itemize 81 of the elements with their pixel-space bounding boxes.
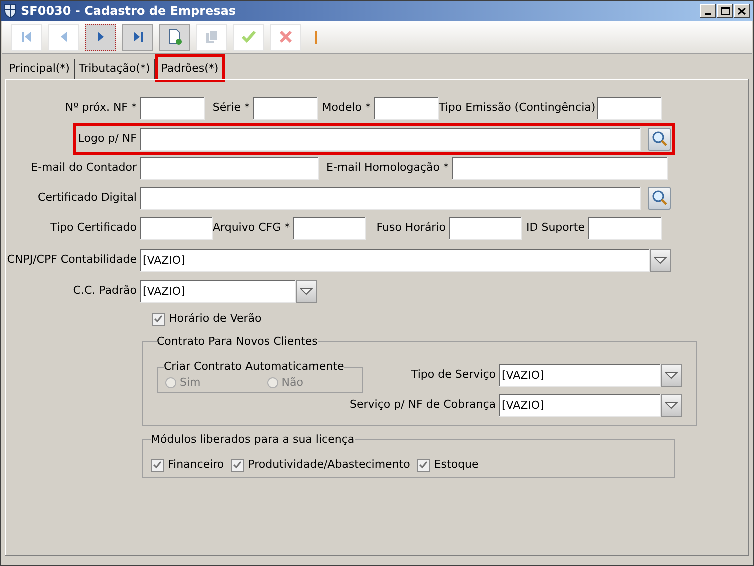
input-field[interactable] (140, 156, 319, 180)
checkmark-icon (154, 315, 163, 324)
search-icon (652, 131, 668, 147)
checkmark-icon (153, 461, 162, 470)
checkbox[interactable] (152, 312, 165, 326)
maximize-button[interactable] (717, 4, 733, 18)
x-icon (278, 29, 294, 45)
field-label: Nº próx. NF * (64, 100, 138, 116)
caret-icon (665, 372, 678, 379)
separator-icon (315, 30, 317, 44)
checkbox-label: Estoque (434, 457, 479, 473)
input-field[interactable] (140, 128, 641, 150)
toolbar-button[interactable] (122, 24, 153, 50)
tab[interactable]: Principal(*) (5, 59, 75, 79)
radio-circle-icon (266, 376, 279, 389)
field-label: ID Suporte (526, 220, 586, 236)
dropdown-field[interactable]: [VAZIO] (499, 394, 661, 417)
radio-option: Sim (165, 374, 201, 391)
input-field[interactable] (140, 216, 213, 240)
dropdown-field[interactable]: [VAZIO] (140, 248, 650, 272)
field-label: Logo p/ NF (77, 130, 138, 147)
input-field[interactable] (597, 96, 662, 120)
radio-circle-icon (165, 376, 177, 389)
input-field[interactable] (293, 216, 366, 240)
input-field[interactable] (588, 216, 662, 240)
field-label: Serviço p/ NF de Cobrança (348, 397, 497, 414)
checkbox[interactable] (417, 458, 430, 472)
document-plus-icon (166, 29, 182, 45)
checkbox[interactable] (231, 458, 244, 472)
checkmark-icon (240, 29, 256, 45)
close-icon (738, 8, 746, 14)
caret-icon (300, 288, 313, 294)
dropdown-button[interactable] (661, 394, 682, 417)
field-label: Fuso Horário (376, 220, 447, 236)
checkmark-icon (233, 461, 242, 470)
search-button[interactable] (648, 128, 671, 150)
dropdown-button[interactable] (661, 364, 682, 387)
checkbox-label: Horário de Verão (169, 311, 262, 327)
input-field[interactable] (140, 186, 641, 210)
field-label: E-mail do Contador (30, 160, 138, 176)
input-field[interactable] (253, 96, 318, 120)
toolbar-button[interactable] (85, 24, 116, 50)
minimize-button[interactable] (700, 4, 716, 18)
input-field[interactable] (140, 96, 205, 120)
minimize-icon (705, 13, 711, 15)
dropdown-button[interactable] (296, 280, 317, 302)
checkbox-label: Financeiro (168, 457, 224, 473)
caret-icon (654, 256, 667, 264)
field-label: Série * (212, 100, 251, 116)
field-label: E-mail Homologação * (326, 160, 450, 176)
window-title: SF0030 - Cadastro de Empresas (21, 3, 236, 20)
field-label: CNPJ/CPF Contabilidade (6, 252, 138, 268)
group-title: Contrato Para Novos Clientes (157, 334, 318, 350)
field-label: Tipo Emissão (Contingência) (439, 100, 597, 116)
field-label: Certificado Digital (37, 190, 138, 206)
close-button[interactable] (734, 4, 750, 18)
radio-option: Não (266, 374, 304, 391)
shield-icon (4, 4, 17, 18)
field-label: Modelo * (321, 100, 372, 116)
toolbar-button[interactable] (159, 24, 190, 50)
field-label: Tipo de Serviço (410, 367, 497, 384)
checkmark-icon (419, 461, 428, 470)
group-title: Módulos liberados para a sua licença (151, 432, 355, 448)
dropdown-button[interactable] (650, 248, 671, 272)
field-label: Tipo Certificado (50, 220, 138, 236)
search-icon (652, 190, 668, 206)
search-button[interactable] (648, 186, 671, 210)
field-label: C.C. Padrão (72, 282, 138, 299)
dropdown-field[interactable]: [VAZIO] (140, 280, 296, 302)
input-field[interactable] (374, 96, 439, 120)
dropdown-field[interactable]: [VAZIO] (499, 364, 661, 387)
copy-icon (204, 29, 220, 45)
checkbox[interactable] (151, 458, 164, 472)
checkbox-label: Produtividade/Abastecimento (248, 457, 410, 473)
group-title: Criar Contrato Automaticamente (164, 359, 344, 375)
caret-icon (665, 402, 678, 409)
maximize-icon (720, 7, 730, 15)
input-field[interactable] (452, 156, 668, 180)
tab[interactable]: Padrões(*) (157, 56, 223, 80)
field-label: Arquivo CFG * (213, 220, 292, 236)
input-field[interactable] (449, 216, 522, 240)
